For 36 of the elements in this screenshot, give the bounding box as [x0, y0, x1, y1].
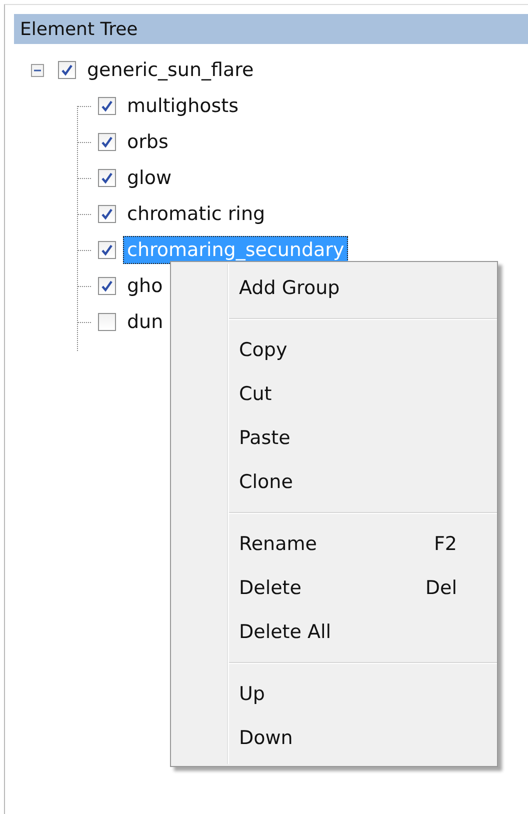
checkbox[interactable] — [98, 241, 116, 259]
menu-item[interactable]: Cut — [171, 372, 497, 416]
tree-item[interactable]: dun — [123, 308, 168, 336]
checkbox[interactable] — [98, 205, 116, 223]
menu-item[interactable]: Copy — [171, 328, 497, 372]
tree-item[interactable]: orbs — [123, 128, 172, 156]
checkmark-icon — [101, 244, 113, 256]
checkmark-icon — [101, 172, 113, 184]
checkmark-icon — [101, 136, 113, 148]
shortcut-label: Del — [425, 577, 457, 599]
checkmark-icon — [101, 280, 113, 292]
checkbox[interactable] — [98, 97, 116, 115]
menu-item[interactable]: Delete All — [171, 610, 497, 654]
collapse-icon[interactable] — [31, 64, 44, 76]
menu-item[interactable]: Add Group — [171, 266, 497, 310]
menu-item[interactable]: Down — [171, 716, 497, 760]
checkbox[interactable] — [98, 169, 116, 187]
checkmark-icon — [101, 100, 113, 112]
checkmark-icon — [101, 208, 113, 220]
tree-item[interactable]: chromatic ring — [123, 200, 270, 228]
menu-item[interactable]: Clone — [171, 460, 497, 504]
tree-item[interactable]: glow — [123, 164, 176, 192]
tree-item[interactable]: multighosts — [123, 92, 243, 120]
tree-item[interactable]: generic_sun_flare — [83, 56, 258, 84]
checkbox[interactable] — [58, 61, 76, 79]
menu-item[interactable]: Paste — [171, 416, 497, 460]
tree-item[interactable]: gho — [123, 272, 167, 300]
checkmark-icon — [61, 64, 73, 76]
menu-item[interactable]: Rename F2 — [171, 522, 497, 566]
shortcut-label: F2 — [434, 533, 457, 555]
checkbox[interactable] — [98, 277, 116, 295]
menu-item[interactable]: Delete Del — [171, 566, 497, 610]
panel-title: Element Tree — [14, 14, 528, 44]
menu-item[interactable]: Up — [171, 672, 497, 716]
checkbox[interactable] — [98, 313, 116, 331]
checkbox[interactable] — [98, 133, 116, 151]
